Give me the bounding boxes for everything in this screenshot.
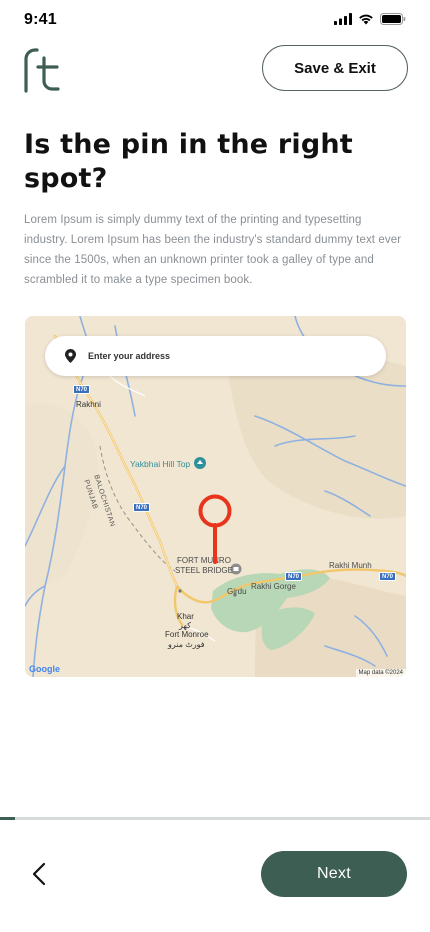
chevron-left-icon [32, 862, 46, 886]
address-input[interactable] [88, 351, 348, 361]
road-badge: N70 [379, 572, 397, 581]
google-logo-text: Google [29, 664, 60, 674]
progress-fill [0, 817, 16, 820]
map-attribution[interactable]: Map data ©2024 [355, 669, 406, 677]
map-label-fort-munro-bridge-2: STEEL BRIDGE [175, 566, 233, 575]
status-time: 9:41 [24, 11, 57, 28]
status-bar: 9:41 [0, 0, 430, 40]
google-logo: Google [29, 664, 60, 674]
battery-icon [380, 13, 406, 25]
location-pin-icon [65, 349, 76, 363]
page-title: Is the pin in the right spot? [24, 129, 353, 194]
map-label-rakhni: Rakhni [76, 400, 101, 409]
map-label-fort-monroe-urdu: فورٹ منرو [168, 640, 205, 649]
status-icons [334, 13, 406, 25]
cellular-signal-icon [334, 13, 352, 25]
wifi-icon [359, 14, 373, 25]
map-label-rakhi-munh: Rakhi Munh [329, 561, 372, 570]
map-label-rakhi-gorge: Rakhi Gorge [251, 582, 296, 591]
progress-bar [0, 817, 430, 820]
road-badge: N70 [73, 385, 91, 394]
road-badge: N70 [133, 503, 151, 512]
page-description: Lorem Ipsum is simply dummy text of the … [24, 214, 402, 286]
next-button[interactable]: Next [261, 851, 407, 897]
map-label-fort-monroe: Fort Monroe [165, 630, 209, 639]
back-button[interactable] [24, 857, 54, 891]
address-search[interactable] [45, 336, 386, 376]
ft-logo-icon [24, 48, 60, 93]
map-label-girdu: Girdu [227, 587, 247, 596]
map-pin-marker[interactable] [197, 494, 233, 564]
road-badge: N70 [285, 572, 303, 581]
map-label-khar-urdu: کھر [179, 621, 191, 630]
save-exit-button[interactable]: Save & Exit [262, 45, 408, 91]
map-view[interactable]: N70 Rakhni Yakbhai Hill Top BALOCHISTAN … [25, 316, 406, 677]
map-label-yakbhai[interactable]: Yakbhai Hill Top [130, 459, 190, 469]
map-label-khar: Khar [177, 612, 194, 621]
